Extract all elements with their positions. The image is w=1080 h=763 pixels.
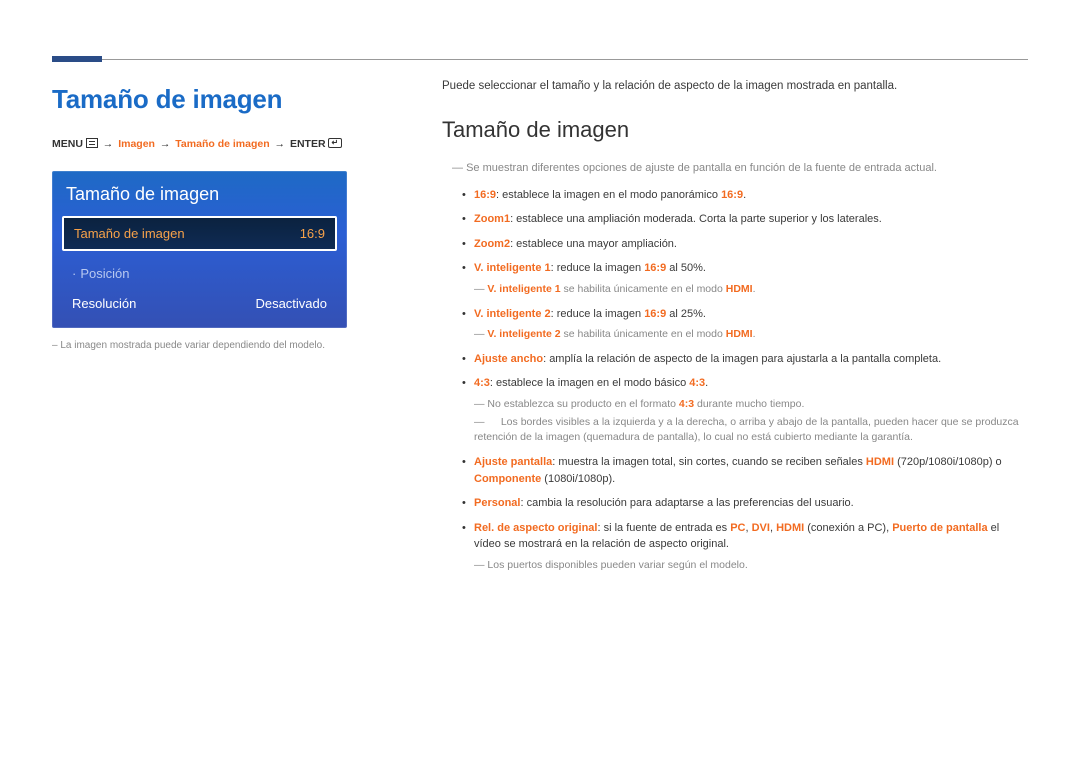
opt-4-3: 4:3: establece la imagen en el modo bási… bbox=[462, 375, 1028, 454]
osd-title: Tamaño de imagen bbox=[52, 171, 347, 216]
osd-resolucion-label: Resolución bbox=[72, 294, 136, 314]
enter-icon bbox=[328, 138, 342, 148]
opt-16-9: 16:9: establece la imagen en el modo pan… bbox=[462, 187, 1028, 212]
osd-selected-row[interactable]: Tamaño de imagen 16:9 bbox=[62, 216, 337, 252]
opt-rel-note: Los puertos disponibles pueden variar se… bbox=[474, 558, 1028, 574]
breadcrumb-enter: ENTER bbox=[290, 138, 326, 150]
opt-vint1: V. inteligente 1: reduce la imagen 16:9 … bbox=[462, 260, 1028, 305]
breadcrumb-menu: MENU bbox=[52, 138, 83, 150]
opt-zoom1: Zoom1: establece una ampliación moderada… bbox=[462, 211, 1028, 236]
opt-rel-aspecto: Rel. de aspecto original: si la fuente d… bbox=[462, 520, 1028, 582]
osd-resolucion-value: Desactivado bbox=[255, 294, 327, 314]
osd-panel: Tamaño de imagen Tamaño de imagen 16:9 ·… bbox=[52, 171, 347, 329]
opt-zoom2: Zoom2: establece una mayor ampliación. bbox=[462, 236, 1028, 261]
intro-text: Puede seleccionar el tamaño y la relació… bbox=[442, 78, 1028, 95]
opt-4-3-note1: No establezca su producto en el formato … bbox=[474, 397, 1028, 413]
breadcrumb-tamano: Tamaño de imagen bbox=[175, 138, 269, 150]
left-footnote: La imagen mostrada puede variar dependie… bbox=[52, 338, 382, 353]
opt-personal: Personal: cambia la resolución para adap… bbox=[462, 495, 1028, 520]
osd-row-resolucion[interactable]: Resolución Desactivado bbox=[52, 289, 347, 319]
opt-ajuste-pantalla: Ajuste pantalla: muestra la imagen total… bbox=[462, 454, 1028, 495]
breadcrumb-imagen: Imagen bbox=[118, 138, 155, 150]
page-title: Tamaño de imagen bbox=[52, 80, 382, 119]
osd-selected-label: Tamaño de imagen bbox=[74, 224, 185, 244]
section-note: Se muestran diferentes opciones de ajust… bbox=[452, 160, 1028, 177]
menu-icon bbox=[86, 138, 98, 148]
opt-vint2: V. inteligente 2: reduce la imagen 16:9 … bbox=[462, 306, 1028, 351]
header-accent bbox=[52, 56, 102, 62]
options-list: 16:9: establece la imagen en el modo pan… bbox=[442, 187, 1028, 582]
opt-vint1-note: V. inteligente 1 se habilita únicamente … bbox=[474, 282, 1028, 298]
osd-posicion-label: Posición bbox=[80, 266, 129, 281]
osd-selected-value: 16:9 bbox=[300, 224, 325, 244]
opt-4-3-note2: ― Los bordes visibles a la izquierda y a… bbox=[474, 415, 1028, 447]
osd-row-posicion[interactable]: ·Posición bbox=[52, 259, 347, 289]
opt-ajuste-ancho: Ajuste ancho: amplía la relación de aspe… bbox=[462, 351, 1028, 376]
header-rule bbox=[52, 34, 1028, 60]
opt-vint2-note: V. inteligente 2 se habilita únicamente … bbox=[474, 327, 1028, 343]
breadcrumb: MENU → Imagen → Tamaño de imagen → ENTER bbox=[52, 137, 382, 153]
section-heading: Tamaño de imagen bbox=[442, 113, 1028, 146]
